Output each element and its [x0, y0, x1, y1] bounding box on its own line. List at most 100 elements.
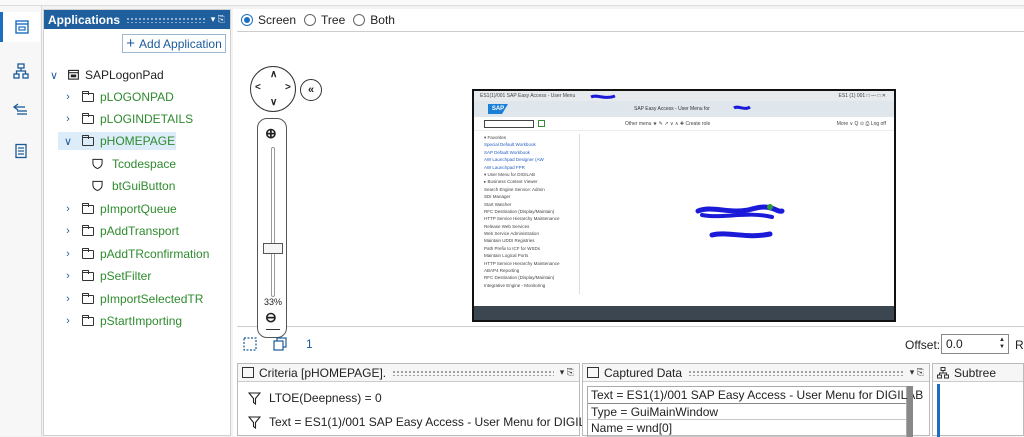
- captured-data-panel-title: Captured Data: [604, 365, 683, 380]
- chevron-right-icon[interactable]: ›: [62, 203, 74, 215]
- panel-menu-pin-icon[interactable]: ▾ ⎘: [560, 367, 574, 378]
- offset-value: 0.0: [946, 337, 963, 351]
- captured-data-scrollbar[interactable]: [907, 386, 913, 437]
- captured-data-panel: Captured Data ▾ ⎘ Text = ES1(1)/001 SAP …: [582, 363, 930, 437]
- tree-node-saplogonpad[interactable]: ∨ SAPLogonPad: [48, 66, 164, 84]
- chevron-right-icon[interactable]: ›: [62, 225, 74, 237]
- preview-menu-item: Start Watcher: [484, 201, 512, 207]
- select-area-icon[interactable]: [243, 337, 257, 351]
- shield-icon: [92, 158, 103, 170]
- tree-node-btguibutton[interactable]: btGuiButton: [92, 177, 175, 195]
- chevron-right-icon[interactable]: ›: [62, 270, 74, 282]
- folder-icon: [82, 134, 94, 146]
- tree-node-pstartimporting[interactable]: › pStartImporting: [62, 312, 182, 330]
- add-application-button[interactable]: + Add Application: [122, 34, 226, 53]
- preview-menu-item: RFC Destination (Display/Maintain): [484, 208, 555, 214]
- preview-menu-item: Release Web Services: [484, 223, 530, 229]
- flow-view-icon[interactable]: [6, 94, 36, 124]
- activity-bar: [0, 6, 42, 436]
- subtree-panel-header: Subtree: [933, 364, 1023, 382]
- zoom-slider-thumb[interactable]: [263, 243, 283, 254]
- tree-node-pimportqueue[interactable]: › pImportQueue: [62, 200, 177, 218]
- pan-left-icon[interactable]: <: [255, 82, 261, 93]
- subtree-panel-title: Subtree: [954, 365, 997, 380]
- zoom-level: 33%: [263, 297, 282, 307]
- radio-screen[interactable]: [241, 14, 253, 26]
- preview-toolbar: Other menu ★ ✎ ↗ ∨ ∧ ✚ Create role More …: [474, 117, 894, 131]
- zoom-in-icon[interactable]: ⊕: [265, 125, 277, 142]
- plus-icon: +: [126, 35, 136, 52]
- panel-drag-handle[interactable]: [688, 369, 904, 376]
- document-view-icon[interactable]: [6, 136, 36, 166]
- filter-icon: [248, 415, 261, 429]
- tree-node-pimportselectedtr[interactable]: › pImportSelectedTR: [62, 290, 203, 308]
- radio-tree-label[interactable]: Tree: [321, 13, 345, 27]
- captured-screen-preview[interactable]: ES1(1)/001 SAP Easy Access - User Menu E…: [472, 89, 896, 322]
- panel-drag-handle[interactable]: [126, 16, 205, 23]
- chevron-right-icon[interactable]: ›: [62, 248, 74, 260]
- preview-menu-item: ▸ Business Context Viewer: [484, 179, 538, 185]
- tree-node-label: pImportQueue: [100, 202, 177, 216]
- panel-menu-pin-icon[interactable]: ▾ ⎘: [910, 367, 924, 378]
- pan-right-icon[interactable]: >: [285, 82, 291, 93]
- offset-stepper[interactable]: 0.0 ▲ ▼: [941, 334, 1009, 354]
- captured-data-row[interactable]: Type = GuiMainWindow: [588, 404, 906, 420]
- tree-node-label: btGuiButton: [112, 179, 176, 193]
- captured-data-row[interactable]: Text = ES1(1)/001 SAP Easy Access - User…: [588, 387, 923, 404]
- preview-menu-item: ABAP4 Reporting: [484, 268, 520, 274]
- captured-data-list: Text = ES1(1)/001 SAP Easy Access - User…: [587, 386, 923, 437]
- hierarchy-view-icon[interactable]: [6, 56, 36, 86]
- chevron-right-icon[interactable]: ›: [62, 91, 74, 103]
- criteria-text: Text = ES1(1)/001 SAP Easy Access - User…: [269, 415, 596, 429]
- subtree-icon: [937, 366, 949, 378]
- radio-both[interactable]: [353, 14, 366, 26]
- tree-node-tcodespace[interactable]: Tcodespace: [92, 155, 176, 173]
- add-application-label: Add Application: [139, 36, 222, 51]
- criteria-text: LTOE(Deepness) = 0: [269, 391, 382, 405]
- zoom-out-icon[interactable]: ⊖: [265, 309, 277, 326]
- preview-menu-item: Maintain Logical Ports: [484, 253, 529, 259]
- chevron-down-icon[interactable]: ∨: [62, 135, 74, 148]
- applications-panel-header: Applications ▾ ⎘: [44, 10, 230, 29]
- folder-icon: [82, 247, 94, 259]
- preview-user-menu: ▾ Favorites Special Default Workbook SAP…: [478, 134, 580, 294]
- preview-menu-item: Integrative Engine - Monitoring: [484, 282, 546, 288]
- criteria-row[interactable]: LTOE(Deepness) = 0: [248, 391, 382, 405]
- panel-drag-handle[interactable]: [392, 369, 554, 376]
- captured-data-row[interactable]: Name = wnd[0]: [588, 420, 906, 437]
- preview-menu-item: HTTP Service Hierarchy Maintenance: [484, 260, 560, 266]
- tree-node-label: pLOGONPAD: [100, 90, 174, 104]
- radio-screen-label[interactable]: Screen: [258, 13, 296, 27]
- pan-down-icon[interactable]: ∨: [270, 97, 277, 108]
- collapse-left-icon[interactable]: «: [300, 79, 322, 101]
- captured-data-icon: [587, 367, 599, 378]
- criteria-panel-header: Criteria [pHOMEPAGE]. ▾ ⎘: [238, 364, 579, 382]
- criteria-row[interactable]: Text = ES1(1)/001 SAP Easy Access - User…: [248, 415, 595, 429]
- panel-menu-pin-icon[interactable]: ▾ ⎘: [211, 14, 225, 25]
- tree-node-paddtransport[interactable]: › pAddTransport: [62, 222, 179, 240]
- applications-view-icon[interactable]: [0, 12, 40, 42]
- tree-node-paddtrconfirmation[interactable]: › pAddTRconfirmation: [62, 245, 209, 263]
- tree-node-psetfilter[interactable]: › pSetFilter: [62, 267, 151, 285]
- preview-menu-item: HTTP Service Hierarchy Maintenance: [484, 216, 560, 222]
- chevron-right-icon[interactable]: ›: [62, 113, 74, 125]
- pan-navigator[interactable]: ∧ ∨ < >: [250, 66, 296, 112]
- tree-node-plogindetails[interactable]: › pLOGINDETAILS: [62, 110, 193, 128]
- tree-node-label: pAddTRconfirmation: [100, 247, 210, 261]
- preview-toolbar-right: More ∨ Q ⊙ ⎙ Log off: [836, 120, 886, 127]
- radio-both-label[interactable]: Both: [370, 13, 395, 27]
- zoom-slider-track[interactable]: [271, 147, 275, 297]
- tree-node-phomepage[interactable]: ∨ pHOMEPAGE: [58, 132, 176, 150]
- pan-up-icon[interactable]: ∧: [270, 69, 277, 80]
- screen-canvas: ∧ ∨ < > « ⊕ 33% ⊖ ES1(1)/001 SAP Easy Ac…: [237, 31, 1024, 338]
- tree-node-plogonpad[interactable]: › pLOGONPAD: [62, 88, 174, 106]
- radio-tree[interactable]: [304, 14, 317, 26]
- copy-icon[interactable]: [273, 337, 287, 351]
- spinner-arrows-icon[interactable]: ▲ ▼: [999, 337, 1005, 351]
- subtree-panel: Subtree: [932, 363, 1024, 437]
- preview-menu-item: RFC Destination (Display/Maintain): [484, 275, 555, 281]
- preview-title-bar: ES1(1)/001 SAP Easy Access - User Menu E…: [474, 91, 894, 101]
- chevron-down-icon[interactable]: ∨: [48, 69, 60, 82]
- chevron-right-icon[interactable]: ›: [62, 293, 74, 305]
- chevron-right-icon[interactable]: ›: [62, 315, 74, 327]
